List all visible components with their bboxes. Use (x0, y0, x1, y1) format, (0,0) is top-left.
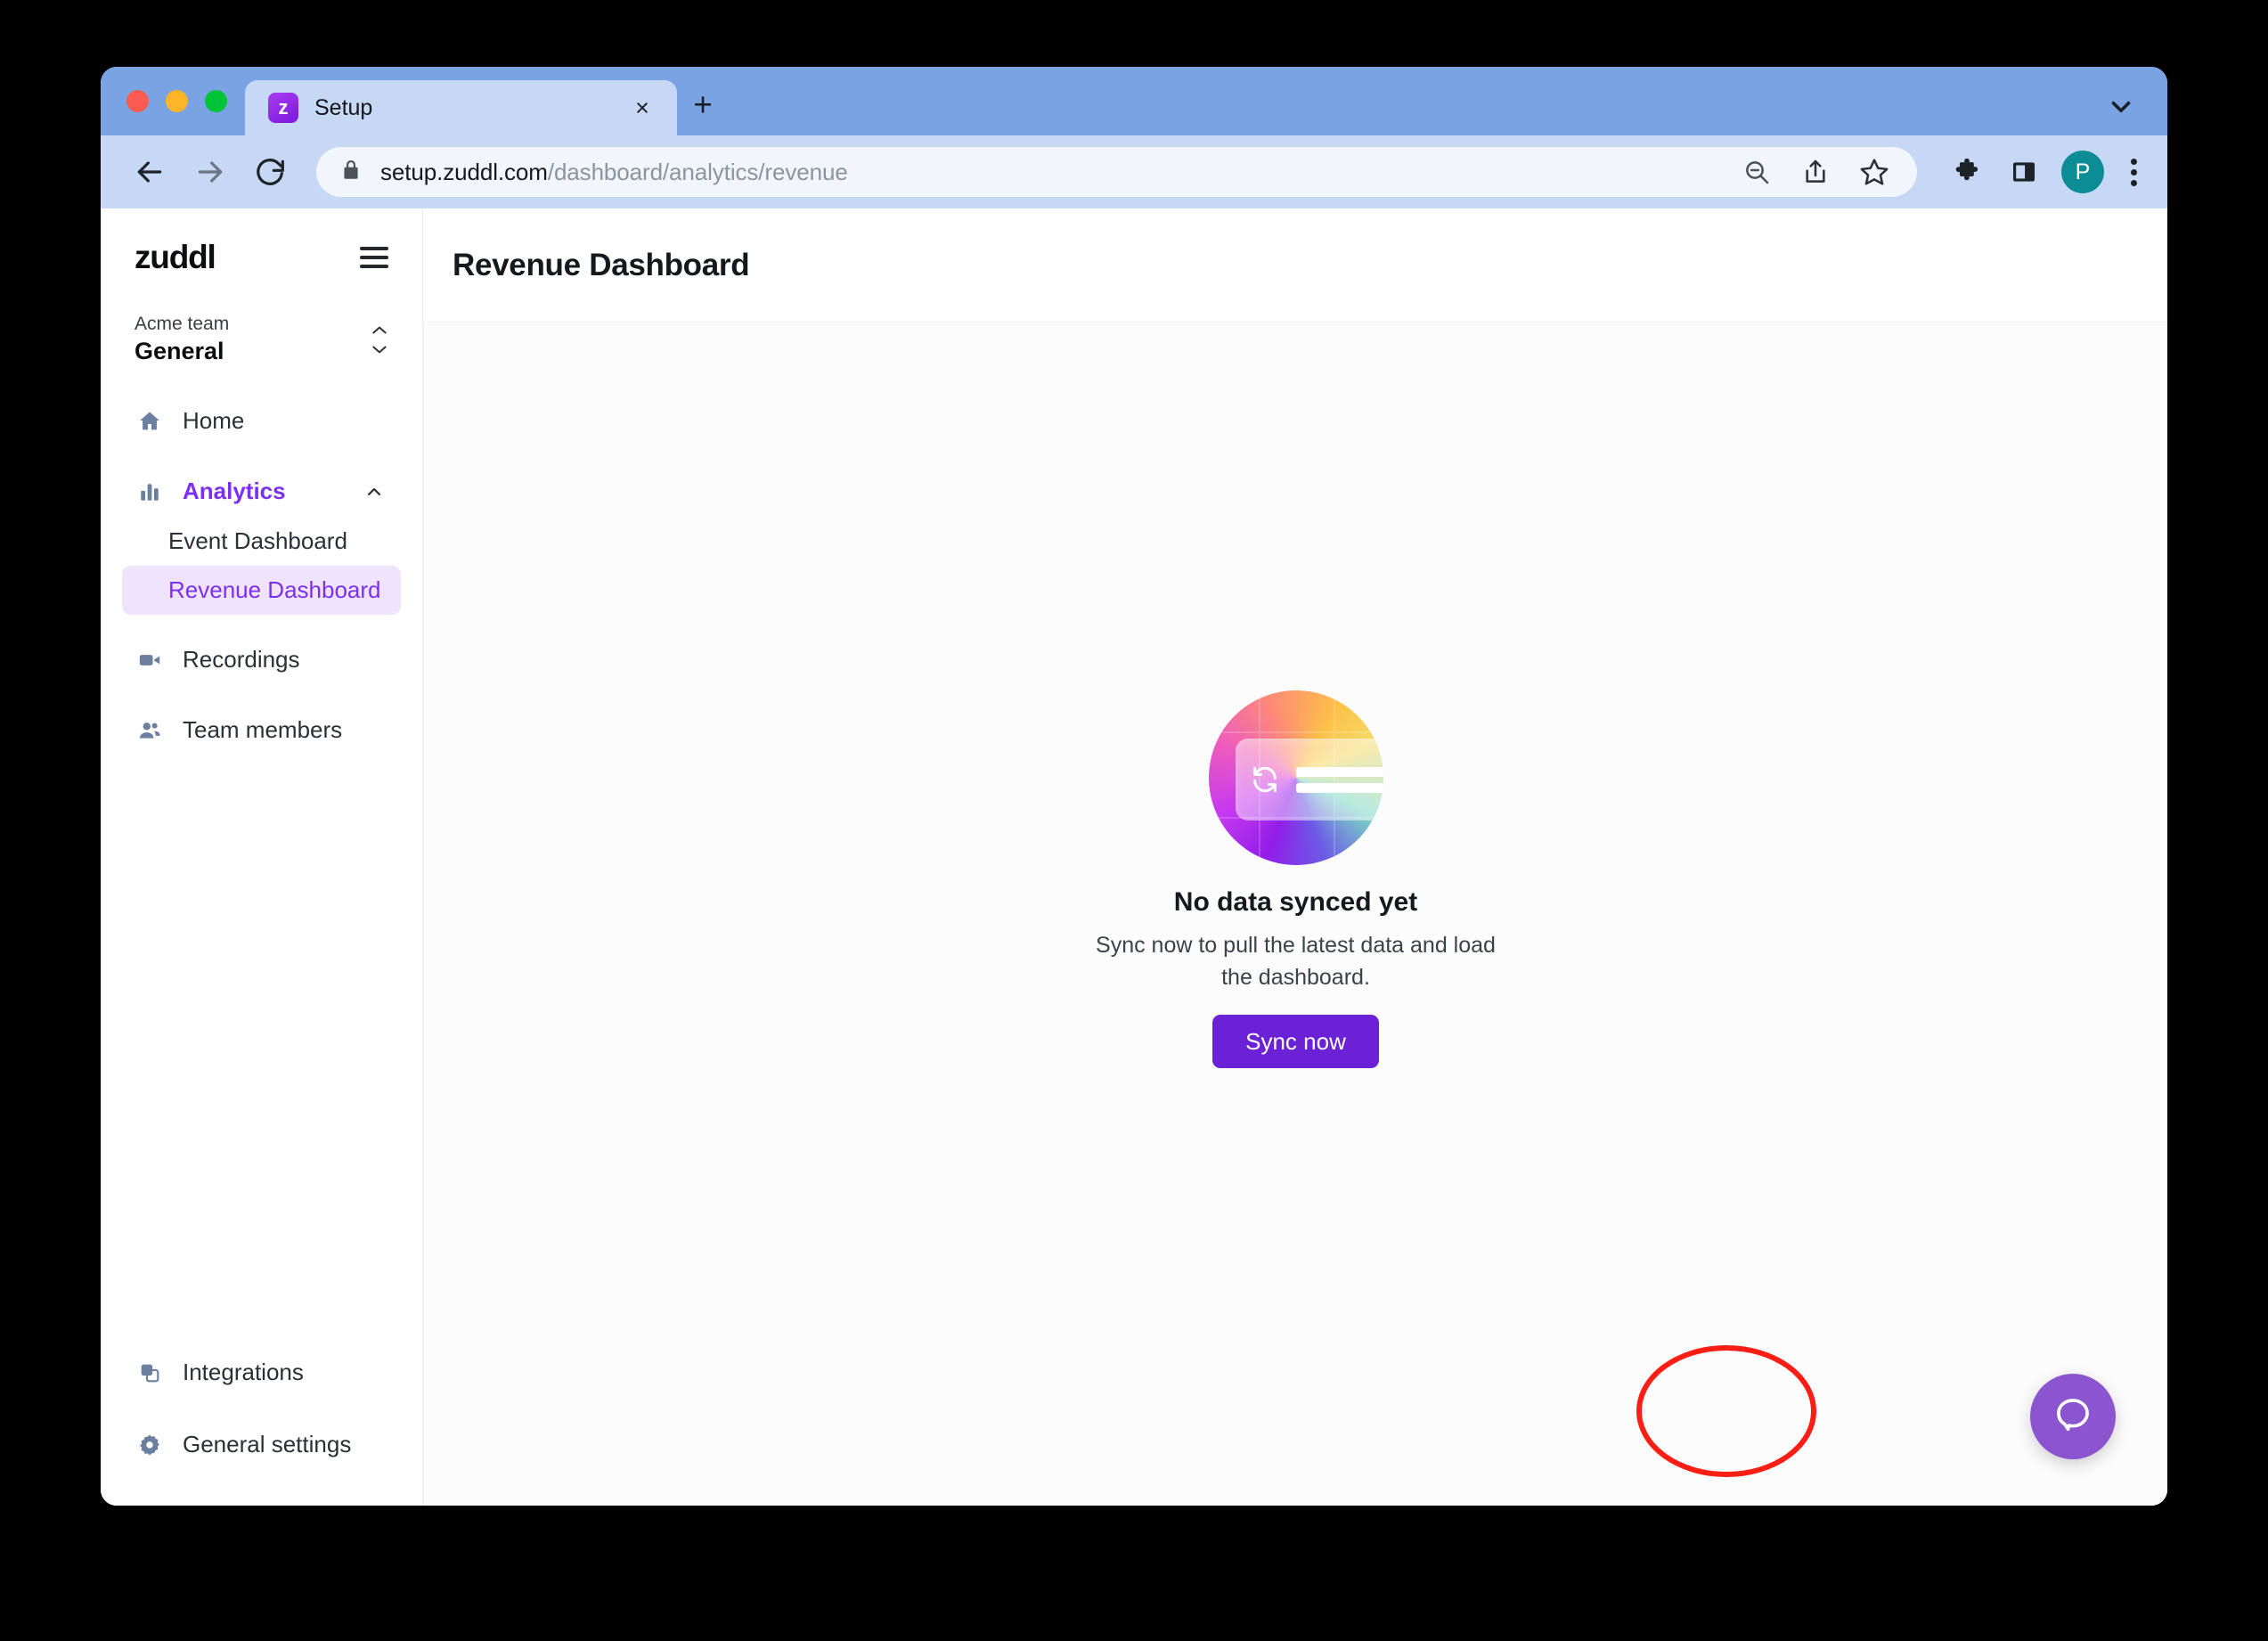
zuddl-favicon-icon: z (268, 93, 298, 123)
video-camera-icon (136, 647, 163, 674)
url-path: /dashboard/analytics/revenue (548, 159, 848, 185)
sidebar-item-label: Integrations (183, 1359, 304, 1386)
bar-chart-icon (136, 478, 163, 505)
annotation-highlight-ellipse (1636, 1345, 1816, 1477)
url-host: setup.zuddl.com (380, 159, 548, 185)
tab-search-chevron-down-icon[interactable] (2094, 86, 2148, 128)
sidebar-item-label: Recordings (183, 646, 300, 674)
sidebar: zuddl Acme team General Home (101, 208, 423, 1506)
chevron-up-icon[interactable] (363, 481, 385, 502)
close-tab-icon[interactable]: × (627, 93, 657, 123)
copy-squares-icon (136, 1359, 163, 1386)
url-text: setup.zuddl.com/dashboard/analytics/reve… (380, 159, 1719, 186)
zuddl-logo[interactable]: zuddl (135, 239, 216, 276)
sidebar-item-general-settings[interactable]: General settings (122, 1419, 401, 1470)
browser-tab[interactable]: z Setup × (245, 80, 677, 135)
sidebar-item-analytics[interactable]: Analytics (122, 466, 401, 517)
application-root: zuddl Acme team General Home (101, 208, 2167, 1506)
home-icon (136, 408, 163, 435)
sidebar-footer-nav: Integrations General settings (101, 1347, 422, 1486)
browser-menu-icon[interactable] (2122, 159, 2146, 186)
close-window-button[interactable] (126, 90, 149, 112)
window-traffic-lights (101, 67, 245, 135)
zoom-out-icon[interactable] (1737, 152, 1776, 192)
main-content: Revenue Dashboard (423, 208, 2167, 1506)
extensions-puzzle-icon[interactable] (1947, 152, 1987, 192)
reload-button[interactable] (243, 144, 298, 200)
sidebar-item-recordings[interactable]: Recordings (122, 634, 401, 685)
sidebar-nav: Home Analytics Event Dashboard Revenue D… (101, 396, 422, 755)
browser-tab-strip: z Setup × + (101, 67, 2167, 135)
address-bar[interactable]: setup.zuddl.com/dashboard/analytics/reve… (316, 147, 1917, 197)
new-tab-button[interactable]: + (677, 80, 729, 135)
lock-icon (339, 159, 363, 186)
sync-card-gradient-icon (1209, 690, 1383, 865)
browser-toolbar: setup.zuddl.com/dashboard/analytics/reve… (101, 135, 2167, 208)
sidebar-item-integrations[interactable]: Integrations (122, 1347, 401, 1398)
team-label: Acme team (135, 314, 229, 334)
minimize-window-button[interactable] (166, 90, 188, 112)
gear-icon (136, 1432, 163, 1458)
maximize-window-button[interactable] (205, 90, 227, 112)
page-title: Revenue Dashboard (453, 248, 749, 283)
tab-title: Setup (314, 95, 611, 121)
sync-now-button[interactable]: Sync now (1212, 1015, 1379, 1068)
toolbar-right-actions: P (1935, 151, 2146, 193)
sidebar-item-label: Home (183, 407, 244, 435)
content-header: Revenue Dashboard (423, 208, 2167, 322)
sidebar-item-event-dashboard[interactable]: Event Dashboard (122, 517, 401, 566)
profile-avatar[interactable]: P (2061, 151, 2104, 193)
sidebar-item-team-members[interactable]: Team members (122, 705, 401, 755)
illustration-sync-card (1236, 739, 1383, 820)
empty-state-title: No data synced yet (1174, 887, 1417, 918)
share-icon[interactable] (1796, 152, 1835, 192)
team-switcher[interactable]: Acme team General (122, 306, 401, 376)
back-button[interactable] (122, 144, 177, 200)
empty-state: No data synced yet Sync now to pull the … (958, 690, 1635, 1068)
sidebar-collapse-hamburger-icon[interactable] (360, 247, 388, 268)
forward-button[interactable] (183, 144, 238, 200)
sidebar-item-label: General settings (183, 1431, 351, 1458)
team-name: General (135, 338, 224, 364)
sidebar-item-label: Analytics (183, 478, 286, 505)
browser-window: z Setup × + setup.zuddl.com/dashboard/an… (101, 67, 2167, 1506)
sync-arrows-icon (1250, 764, 1280, 795)
chat-bubble-icon (2052, 1394, 2093, 1440)
sidebar-item-home[interactable]: Home (122, 396, 401, 446)
users-icon (136, 717, 163, 744)
help-launcher-button[interactable] (2030, 1374, 2116, 1459)
bookmark-star-icon[interactable] (1855, 152, 1894, 192)
sidebar-header: zuddl (101, 208, 422, 276)
side-panel-icon[interactable] (2004, 152, 2044, 192)
dashboard-body: No data synced yet Sync now to pull the … (423, 322, 2167, 1506)
sidebar-item-label: Team members (183, 716, 342, 744)
sidebar-item-revenue-dashboard[interactable]: Revenue Dashboard (122, 566, 401, 615)
chevron-up-down-icon (371, 325, 388, 355)
illustration-text-bars (1296, 767, 1383, 793)
empty-state-description: Sync now to pull the latest data and loa… (1096, 930, 1497, 993)
